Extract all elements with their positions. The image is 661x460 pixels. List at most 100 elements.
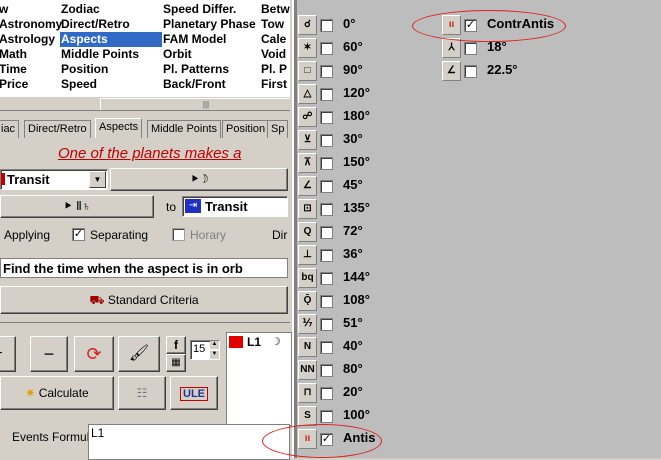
category-column-1: wAstronomyAstrologyMathTimePrice [0, 2, 62, 92]
aspect-glyph-icon: ⊻ [298, 130, 317, 150]
events-formula-value: L1 [91, 426, 105, 440]
category-item[interactable]: Pl. P [260, 62, 290, 77]
remove-button[interactable]: − [30, 336, 68, 372]
aspect-checkbox[interactable] [320, 364, 333, 377]
aspect-checkbox[interactable] [464, 65, 477, 78]
aspect-glyph-icon: ⅄ [442, 38, 461, 58]
aspect-label: 180° [343, 108, 370, 123]
tab-iac[interactable]: iac [0, 120, 20, 138]
refresh-icon[interactable]: ⟳ [74, 336, 114, 372]
aspect-checkbox[interactable] [464, 42, 477, 55]
category-item[interactable]: Void [260, 47, 290, 62]
category-item[interactable]: Back/Front [162, 77, 256, 92]
category-item[interactable]: Pl. Patterns [162, 62, 256, 77]
aspect-checkbox[interactable] [320, 65, 333, 78]
aspect-checkbox[interactable] [320, 249, 333, 262]
aspect-glyph-icon: NN [298, 360, 317, 380]
horary-label: Horary [190, 228, 227, 242]
criteria-icon: ⛟ [89, 293, 105, 307]
aspect-checkbox[interactable] [320, 157, 333, 170]
category-item[interactable]: Speed [60, 77, 162, 92]
category-item[interactable]: Aspects [60, 32, 162, 47]
grid-icon[interactable]: ☷ [118, 376, 166, 410]
sparkle-icon: ✷ [25, 386, 36, 400]
ule-button[interactable]: ULE [170, 376, 218, 410]
category-item[interactable]: Price [0, 77, 62, 92]
category-item[interactable]: Speed Differ. [162, 2, 256, 17]
transit-combo-left[interactable]: Transit ▼ [0, 169, 108, 190]
spin-down-icon[interactable]: ▼ [210, 351, 219, 359]
calculate-button[interactable]: ✷ Calculate [0, 376, 114, 410]
category-item[interactable]: FAM Model [162, 32, 256, 47]
criteria-text: Find the time when the aspect is in orb [0, 258, 288, 278]
aspect-glyph-icon: □ [298, 61, 317, 81]
aspect-label: 80° [343, 361, 363, 376]
panel-edge [294, 0, 297, 458]
tab-sp[interactable]: Sp [267, 120, 289, 138]
category-item[interactable]: Planetary Phase [162, 17, 256, 32]
aspect-label: 72° [343, 223, 363, 238]
aspect-checkbox[interactable] [320, 318, 333, 331]
aspect-checkbox[interactable] [320, 180, 333, 193]
aspect-checkbox[interactable] [320, 387, 333, 400]
chevron-down-icon[interactable]: ▼ [89, 171, 106, 188]
aspect-checkbox[interactable] [320, 134, 333, 147]
category-item[interactable]: Astrology [0, 32, 62, 47]
category-item[interactable]: Math [0, 47, 62, 62]
events-formula-input[interactable]: L1 [88, 424, 290, 460]
aspect-glyph-icon: ☌ [298, 15, 317, 35]
category-item[interactable]: Orbit [162, 47, 256, 62]
aspect-checkbox[interactable] [320, 111, 333, 124]
color-grid-icon[interactable]: ▦ [166, 354, 186, 372]
aspect-checkbox[interactable] [320, 203, 333, 216]
f-button[interactable]: f [166, 336, 186, 354]
aspect-checkbox[interactable] [320, 295, 333, 308]
orb-spinner[interactable]: 15 ▲ ▼ [190, 340, 220, 360]
aspect-label: 150° [343, 154, 370, 169]
category-item[interactable]: Zodiac [60, 2, 162, 17]
aspect-glyph-icon: bq [298, 268, 317, 288]
aspect-checkbox[interactable] [320, 226, 333, 239]
aspect-checkbox[interactable] [320, 272, 333, 285]
spin-up-icon[interactable]: ▲ [210, 341, 219, 349]
aspect-glyph-icon: ⅐ [298, 314, 317, 334]
standard-criteria-label: Standard Criteria [107, 293, 199, 307]
category-column-4: Betw Tow Cale Void Pl. P First [260, 2, 290, 92]
tab-aspects[interactable]: Aspects [95, 118, 143, 138]
category-item[interactable]: Betw [260, 2, 290, 17]
standard-criteria-button[interactable]: ⛟ Standard Criteria [0, 286, 288, 314]
aspect-checkbox[interactable] [320, 19, 333, 32]
category-item[interactable]: Cale [260, 32, 290, 47]
aspect-label: 20° [343, 384, 363, 399]
category-item[interactable]: First [260, 77, 290, 92]
aspect-glyph-icon: ⊡ [298, 199, 317, 219]
tab-middle-points[interactable]: Middle Points [147, 120, 222, 138]
aspect-glyph-icon: ✶ [298, 38, 317, 58]
tab-direct-retro[interactable]: Direct/Retro [24, 120, 91, 138]
category-item[interactable]: w [0, 2, 62, 17]
add-button[interactable]: + [0, 336, 16, 372]
category-item[interactable]: Direct/Retro [60, 17, 162, 32]
moon-planet-button[interactable]: ⯈☽ [110, 168, 288, 191]
category-list: wAstronomyAstrologyMathTimePrice ZodiacD… [0, 0, 290, 111]
aspect-checkbox[interactable] [320, 341, 333, 354]
scrollbar-thumb[interactable]: ||| [100, 98, 290, 110]
category-item[interactable]: Middle Points [60, 47, 162, 62]
category-item[interactable]: Astronomy [0, 17, 62, 32]
aspect-checkbox[interactable] [320, 410, 333, 423]
applying-label[interactable]: Applying [4, 228, 50, 242]
tab-position[interactable]: Position [222, 120, 270, 138]
horary-checkbox[interactable] [172, 228, 185, 241]
formula-list[interactable]: L1 ☽ [226, 332, 292, 426]
paint-icon[interactable]: 🖌 [118, 336, 160, 372]
category-item[interactable]: Position [60, 62, 162, 77]
category-item[interactable]: Time [0, 62, 62, 77]
transit-combo-right[interactable]: ⇥ Transit [182, 196, 288, 217]
aspect-checkbox[interactable] [320, 42, 333, 55]
separating-checkbox[interactable]: ✓ [72, 228, 85, 241]
category-item[interactable]: Tow [260, 17, 290, 32]
category-horizontal-scrollbar[interactable]: ||| [0, 96, 290, 110]
planet-select-button[interactable]: ⯈ Ⅱ♄ [0, 195, 154, 218]
aspect-checkbox[interactable] [320, 88, 333, 101]
calculate-label: Calculate [38, 386, 89, 400]
